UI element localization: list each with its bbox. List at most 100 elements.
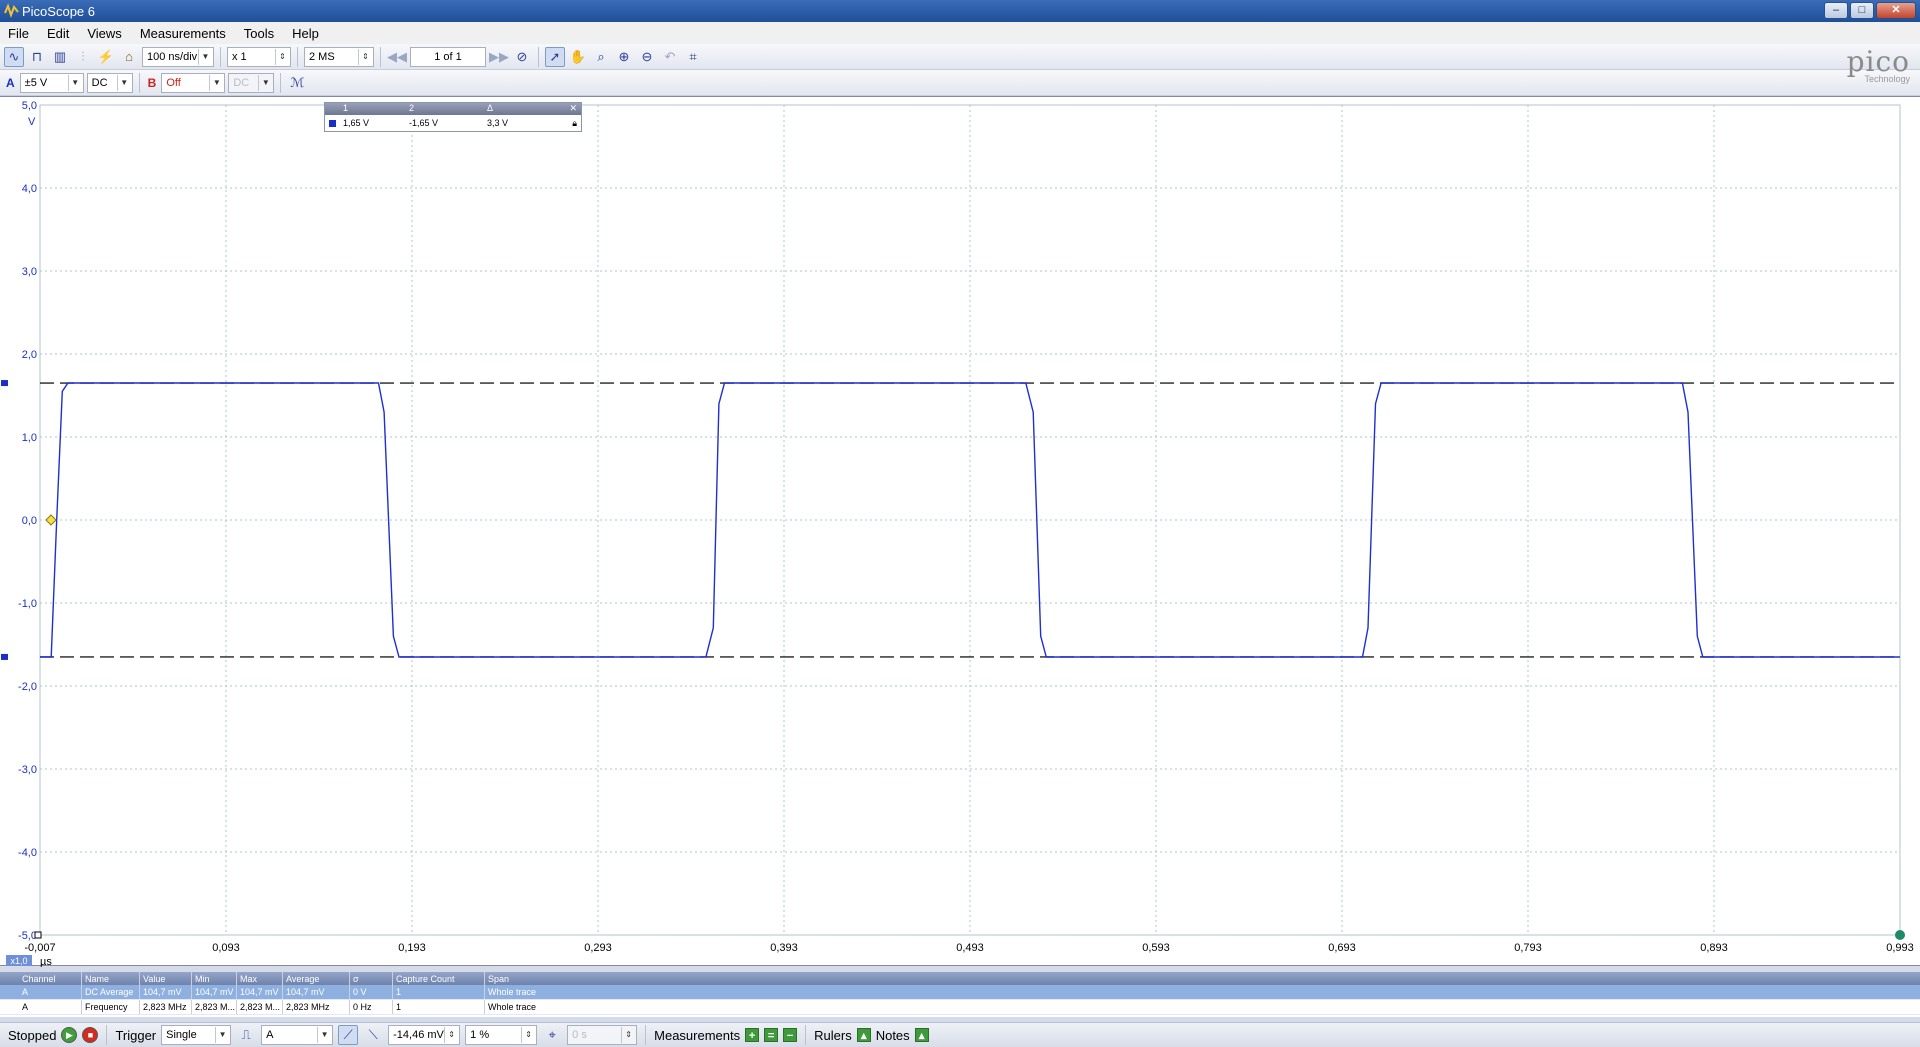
zoom-stepper[interactable]: x 1 ⇕	[227, 46, 291, 67]
y-tick-label: 2,0	[22, 349, 37, 361]
x-unit-label: µs	[40, 956, 52, 967]
channel-options-icon[interactable]: ⫶	[73, 47, 93, 67]
capture-navigator[interactable]: 1 of 1	[410, 46, 486, 67]
start-button[interactable]: ▶	[61, 1027, 78, 1043]
stop-button[interactable]: ■	[82, 1027, 99, 1043]
rulers-button[interactable]: ▴	[856, 1028, 871, 1042]
scope-view[interactable]: 5,0 4,0 3,0 2,0 1,0 0,0 -1,0 -2,0 -3,0 -4,0 -5,0 -0…	[0, 96, 1920, 967]
y-tick-label: 4,0	[22, 183, 37, 195]
y-tick-label: -4,0	[18, 847, 37, 859]
y-tick-label: 0,0	[22, 515, 37, 527]
stepper-arrows-icon: ⇕	[444, 1027, 458, 1043]
ruler-legend-row: 1,65 V -1,65 V 3,3 V 🔒︎	[325, 115, 581, 131]
channel-toolbar: A ±5 V ▼ DC ▼ B Off ▼ DC ▼ ℳ	[0, 70, 1920, 96]
falling-edge-icon[interactable]: ⟍	[363, 1025, 383, 1045]
zoom-overview-icon[interactable]: ⌗	[683, 47, 703, 67]
window-title: PicoScope 6	[22, 3, 95, 19]
stepper-arrows-icon: ⇕	[621, 1027, 635, 1043]
menu-help[interactable]: Help	[292, 26, 319, 41]
x-tick-label: 0,493	[956, 942, 984, 954]
menu-tools[interactable]: Tools	[244, 26, 274, 41]
channel-color-swatch	[329, 119, 336, 127]
y-unit-label: V	[28, 116, 36, 128]
y-tick-label: 5,0	[22, 100, 37, 112]
persistence-mode-icon[interactable]: ⊓	[27, 47, 47, 67]
trigger-label: Trigger	[115, 1027, 157, 1043]
close-icon[interactable]: ✕	[569, 103, 581, 115]
scope-mode-icon[interactable]: ∿	[4, 46, 24, 67]
advanced-trigger-icon[interactable]: ⎍	[236, 1025, 256, 1045]
table-row[interactable]: A DC Average 104,7 mV 104,7 mV 104,7 mV …	[0, 985, 1920, 1000]
chevron-down-icon: ▼	[116, 74, 131, 91]
buffer-navigator-icon[interactable]: ⊘	[512, 47, 532, 67]
add-measurement-button[interactable]: +	[745, 1028, 760, 1042]
zoom-in-icon[interactable]: ⊕	[614, 47, 634, 67]
edit-measurement-button[interactable]: =	[764, 1028, 779, 1042]
hysteresis-stepper[interactable]: 1 % ⇕	[465, 1025, 538, 1045]
title-bar: PicoScope 6 – □ ✕	[0, 0, 1920, 22]
samples-stepper[interactable]: 2 MS ⇕	[304, 46, 374, 67]
menu-file[interactable]: File	[8, 26, 29, 41]
select-pointer-icon[interactable]: ➚	[545, 46, 565, 67]
timebase-select[interactable]: 100 ns/div ▼	[142, 46, 214, 67]
undo-zoom-icon[interactable]: ↶	[660, 47, 680, 67]
measurements-header: Channel Name Value Min Max Average σ Cap…	[0, 972, 1920, 985]
lock-icon[interactable]: 🔒︎	[572, 118, 581, 129]
ruler-handle	[1, 380, 8, 387]
chevron-down-icon: ▼	[67, 74, 82, 91]
zoom-out-icon[interactable]: ⊖	[637, 47, 657, 67]
trigger-level-stepper[interactable]: -14,46 mV ⇕	[388, 1025, 461, 1045]
x-tick-label: -0,007	[24, 942, 55, 954]
default-setup-icon[interactable]: ⌂	[119, 47, 139, 67]
channel-b-range-select[interactable]: Off ▼	[161, 72, 226, 93]
next-capture-icon[interactable]: ▶▶	[489, 47, 509, 67]
pre-trigger-icon[interactable]: ⌖	[542, 1025, 562, 1045]
menu-edit[interactable]: Edit	[47, 26, 69, 41]
measurements-table: Channel Name Value Min Max Average σ Cap…	[0, 972, 1920, 1017]
trigger-source-select[interactable]: A ▼	[261, 1025, 334, 1045]
scope-chart[interactable]: 5,0 4,0 3,0 2,0 1,0 0,0 -1,0 -2,0 -3,0 -4,0 -5,0-0…	[0, 97, 1920, 967]
chevron-down-icon: ▼	[215, 1027, 229, 1043]
math-channel-icon[interactable]: ℳ	[287, 73, 307, 93]
chevron-down-icon: ▼	[209, 74, 223, 91]
close-button[interactable]: ✕	[1876, 2, 1916, 19]
menu-views[interactable]: Views	[87, 26, 121, 41]
channel-a-label[interactable]: A	[4, 76, 17, 90]
x-tick-label: 0,293	[584, 942, 612, 954]
trigger-mode-select[interactable]: Single ▼	[161, 1025, 232, 1045]
time-ruler-handle	[1895, 930, 1905, 940]
menu-measurements[interactable]: Measurements	[140, 26, 226, 41]
zoom-region-icon[interactable]: ⌕	[591, 47, 611, 67]
rising-edge-icon[interactable]: ⟋	[338, 1025, 359, 1045]
channel-a-coupling-select[interactable]: DC ▼	[86, 72, 133, 93]
notes-label: Notes	[875, 1027, 910, 1043]
ruler-legend-header: 1 2 Δ ✕	[325, 103, 581, 115]
channel-a-range-select[interactable]: ±5 V ▼	[19, 72, 84, 93]
maximize-button[interactable]: □	[1850, 2, 1874, 19]
chevron-down-icon: ▼	[258, 74, 272, 91]
pre-trigger-stepper: 0 s ⇕	[567, 1025, 638, 1045]
delete-measurement-button[interactable]: −	[783, 1028, 798, 1042]
previous-capture-icon[interactable]: ◀◀	[387, 47, 407, 67]
stepper-arrows-icon: ⇕	[521, 1027, 535, 1043]
channel-b-coupling-select: DC ▼	[228, 72, 275, 93]
ruler-handle	[1, 653, 8, 660]
x-tick-label: 0,093	[212, 942, 240, 954]
picoscope-app-icon	[4, 3, 19, 18]
notes-button[interactable]: ▴	[914, 1028, 929, 1042]
spectrum-mode-icon[interactable]: ▥	[50, 47, 70, 67]
hand-pan-icon[interactable]: ✋	[568, 47, 588, 67]
x-tick-label: 0,893	[1700, 942, 1728, 954]
y-tick-label: -5,0	[18, 930, 37, 942]
status-bar: Stopped ▶ ■ Trigger Single ▼ ⎍ A ▼ ⟋ ⟍ -…	[0, 1022, 1920, 1047]
stepper-arrows-icon: ⇕	[275, 48, 289, 65]
zoom-badge-label: x1,0	[10, 956, 27, 966]
channel-b-label[interactable]: B	[146, 76, 159, 90]
auto-setup-icon[interactable]: ⚡	[96, 47, 116, 67]
chevron-down-icon: ▼	[198, 48, 212, 65]
table-row[interactable]: A Frequency 2,823 MHz 2,823 M... 2,823 M…	[0, 1000, 1920, 1015]
y-tick-label: -2,0	[18, 681, 37, 693]
minimize-button[interactable]: –	[1824, 2, 1848, 19]
ruler-legend[interactable]: 1 2 Δ ✕ 1,65 V -1,65 V 3,3 V 🔒︎	[324, 102, 582, 132]
y-tick-label: -1,0	[18, 598, 37, 610]
